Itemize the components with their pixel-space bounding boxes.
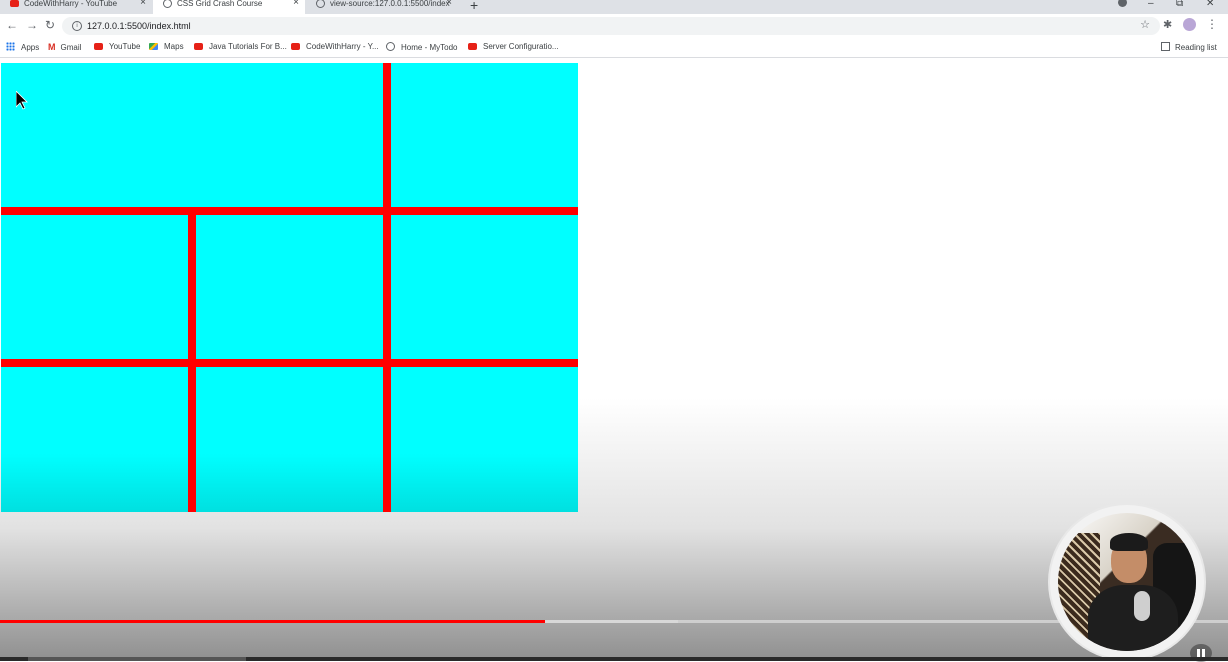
reading-list-icon xyxy=(1161,42,1170,51)
presenter-body xyxy=(1088,585,1178,651)
grid-item xyxy=(391,63,578,207)
bookmark-label: CodeWithHarry - Y... xyxy=(306,42,379,51)
bookmark-label: Server Configuratio... xyxy=(483,42,559,51)
page-viewport xyxy=(0,58,1228,661)
webcam-frame xyxy=(1058,513,1196,651)
youtube-icon xyxy=(10,0,19,7)
bookmark-label: Java Tutorials For B... xyxy=(209,42,287,51)
grid-item xyxy=(1,367,188,512)
reading-list-label: Reading list xyxy=(1175,43,1217,52)
globe-icon xyxy=(386,42,395,51)
tab-title: CodeWithHarry - YouTube xyxy=(24,0,118,8)
grid-item xyxy=(391,215,578,359)
youtube-icon xyxy=(468,43,477,50)
minimize-icon[interactable]: – xyxy=(1148,0,1154,9)
video-progress-played[interactable] xyxy=(0,620,545,623)
bookmark-home-mytodo[interactable]: Home - MyTodo xyxy=(386,42,457,52)
tab-codewithharry[interactable]: CodeWithHarry - YouTube × xyxy=(0,0,152,14)
site-info-icon[interactable]: i xyxy=(72,21,82,31)
bookmark-apps[interactable]: Apps xyxy=(6,42,39,52)
bookmark-label: YouTube xyxy=(109,42,141,51)
back-icon[interactable]: ← xyxy=(6,18,18,32)
bookmark-server-config[interactable]: Server Configuratio... xyxy=(468,42,559,51)
presenter-hair xyxy=(1110,533,1148,551)
tab-css-grid[interactable]: CSS Grid Crash Course × xyxy=(153,0,305,14)
css-grid-container xyxy=(1,63,578,512)
browser-toolbar: ← → ↻ i 127.0.0.1:5500/index.html ☆ ✱ ⋮ xyxy=(0,14,1228,38)
restore-icon[interactable]: ⧉ xyxy=(1176,0,1183,9)
youtube-icon xyxy=(291,43,300,50)
tab-title: CSS Grid Crash Course xyxy=(177,0,263,8)
youtube-icon xyxy=(194,43,203,50)
bookmark-label: Apps xyxy=(21,43,40,52)
bookmark-youtube[interactable]: YouTube xyxy=(94,42,140,51)
bookmark-codewithharry[interactable]: CodeWithHarry - Y... xyxy=(291,42,379,51)
bookmarks-bar: Apps M Gmail YouTube Maps Java Tutorials … xyxy=(0,38,1228,58)
globe-icon xyxy=(163,0,172,8)
extensions-icon[interactable]: ✱ xyxy=(1163,18,1172,31)
grid-item xyxy=(196,215,383,359)
bookmark-maps[interactable]: Maps xyxy=(149,42,184,51)
maps-icon xyxy=(149,43,158,50)
menu-icon[interactable]: ⋮ xyxy=(1206,17,1218,31)
bookmark-label: Gmail xyxy=(60,43,82,52)
bookmark-java-tutorials[interactable]: Java Tutorials For B... xyxy=(194,42,287,51)
globe-icon xyxy=(316,0,325,8)
tab-view-source[interactable]: view-source:127.0.0.1:5500/index × xyxy=(306,0,458,14)
reading-list-button[interactable]: Reading list xyxy=(1161,42,1217,52)
grid-item xyxy=(1,63,383,207)
address-bar[interactable]: i 127.0.0.1:5500/index.html ☆ xyxy=(62,17,1160,35)
youtube-icon xyxy=(94,43,103,50)
grid-item xyxy=(391,367,578,512)
presenter-webcam xyxy=(1050,505,1204,659)
close-window-icon[interactable]: ✕ xyxy=(1206,0,1214,9)
forward-icon[interactable]: → xyxy=(26,18,38,32)
bookmark-label: Home - MyTodo xyxy=(401,43,458,52)
apps-grid-icon xyxy=(6,42,15,51)
url-text[interactable]: 127.0.0.1:5500/index.html xyxy=(87,21,191,31)
reload-icon[interactable]: ↻ xyxy=(45,18,55,32)
bookmark-label: Maps xyxy=(164,42,184,51)
tab-search-icon[interactable] xyxy=(1118,0,1127,7)
close-tab-icon[interactable]: × xyxy=(446,0,452,8)
bookmark-star-icon[interactable]: ☆ xyxy=(1140,18,1150,31)
close-tab-icon[interactable]: × xyxy=(293,0,299,8)
new-tab-button[interactable]: + xyxy=(470,0,478,13)
player-bottom-segment xyxy=(28,657,246,661)
microphone-icon xyxy=(1134,591,1150,621)
tab-title: view-source:127.0.0.1:5500/index xyxy=(330,0,450,8)
grid-item xyxy=(1,215,188,359)
profile-avatar[interactable] xyxy=(1183,18,1196,31)
tab-strip: CodeWithHarry - YouTube × CSS Grid Crash… xyxy=(0,0,1228,14)
grid-item xyxy=(196,367,383,512)
bookmark-gmail[interactable]: M Gmail xyxy=(48,42,81,52)
player-bottom-bar xyxy=(0,657,1228,661)
gmail-icon: M xyxy=(48,42,56,52)
close-tab-icon[interactable]: × xyxy=(140,0,146,8)
